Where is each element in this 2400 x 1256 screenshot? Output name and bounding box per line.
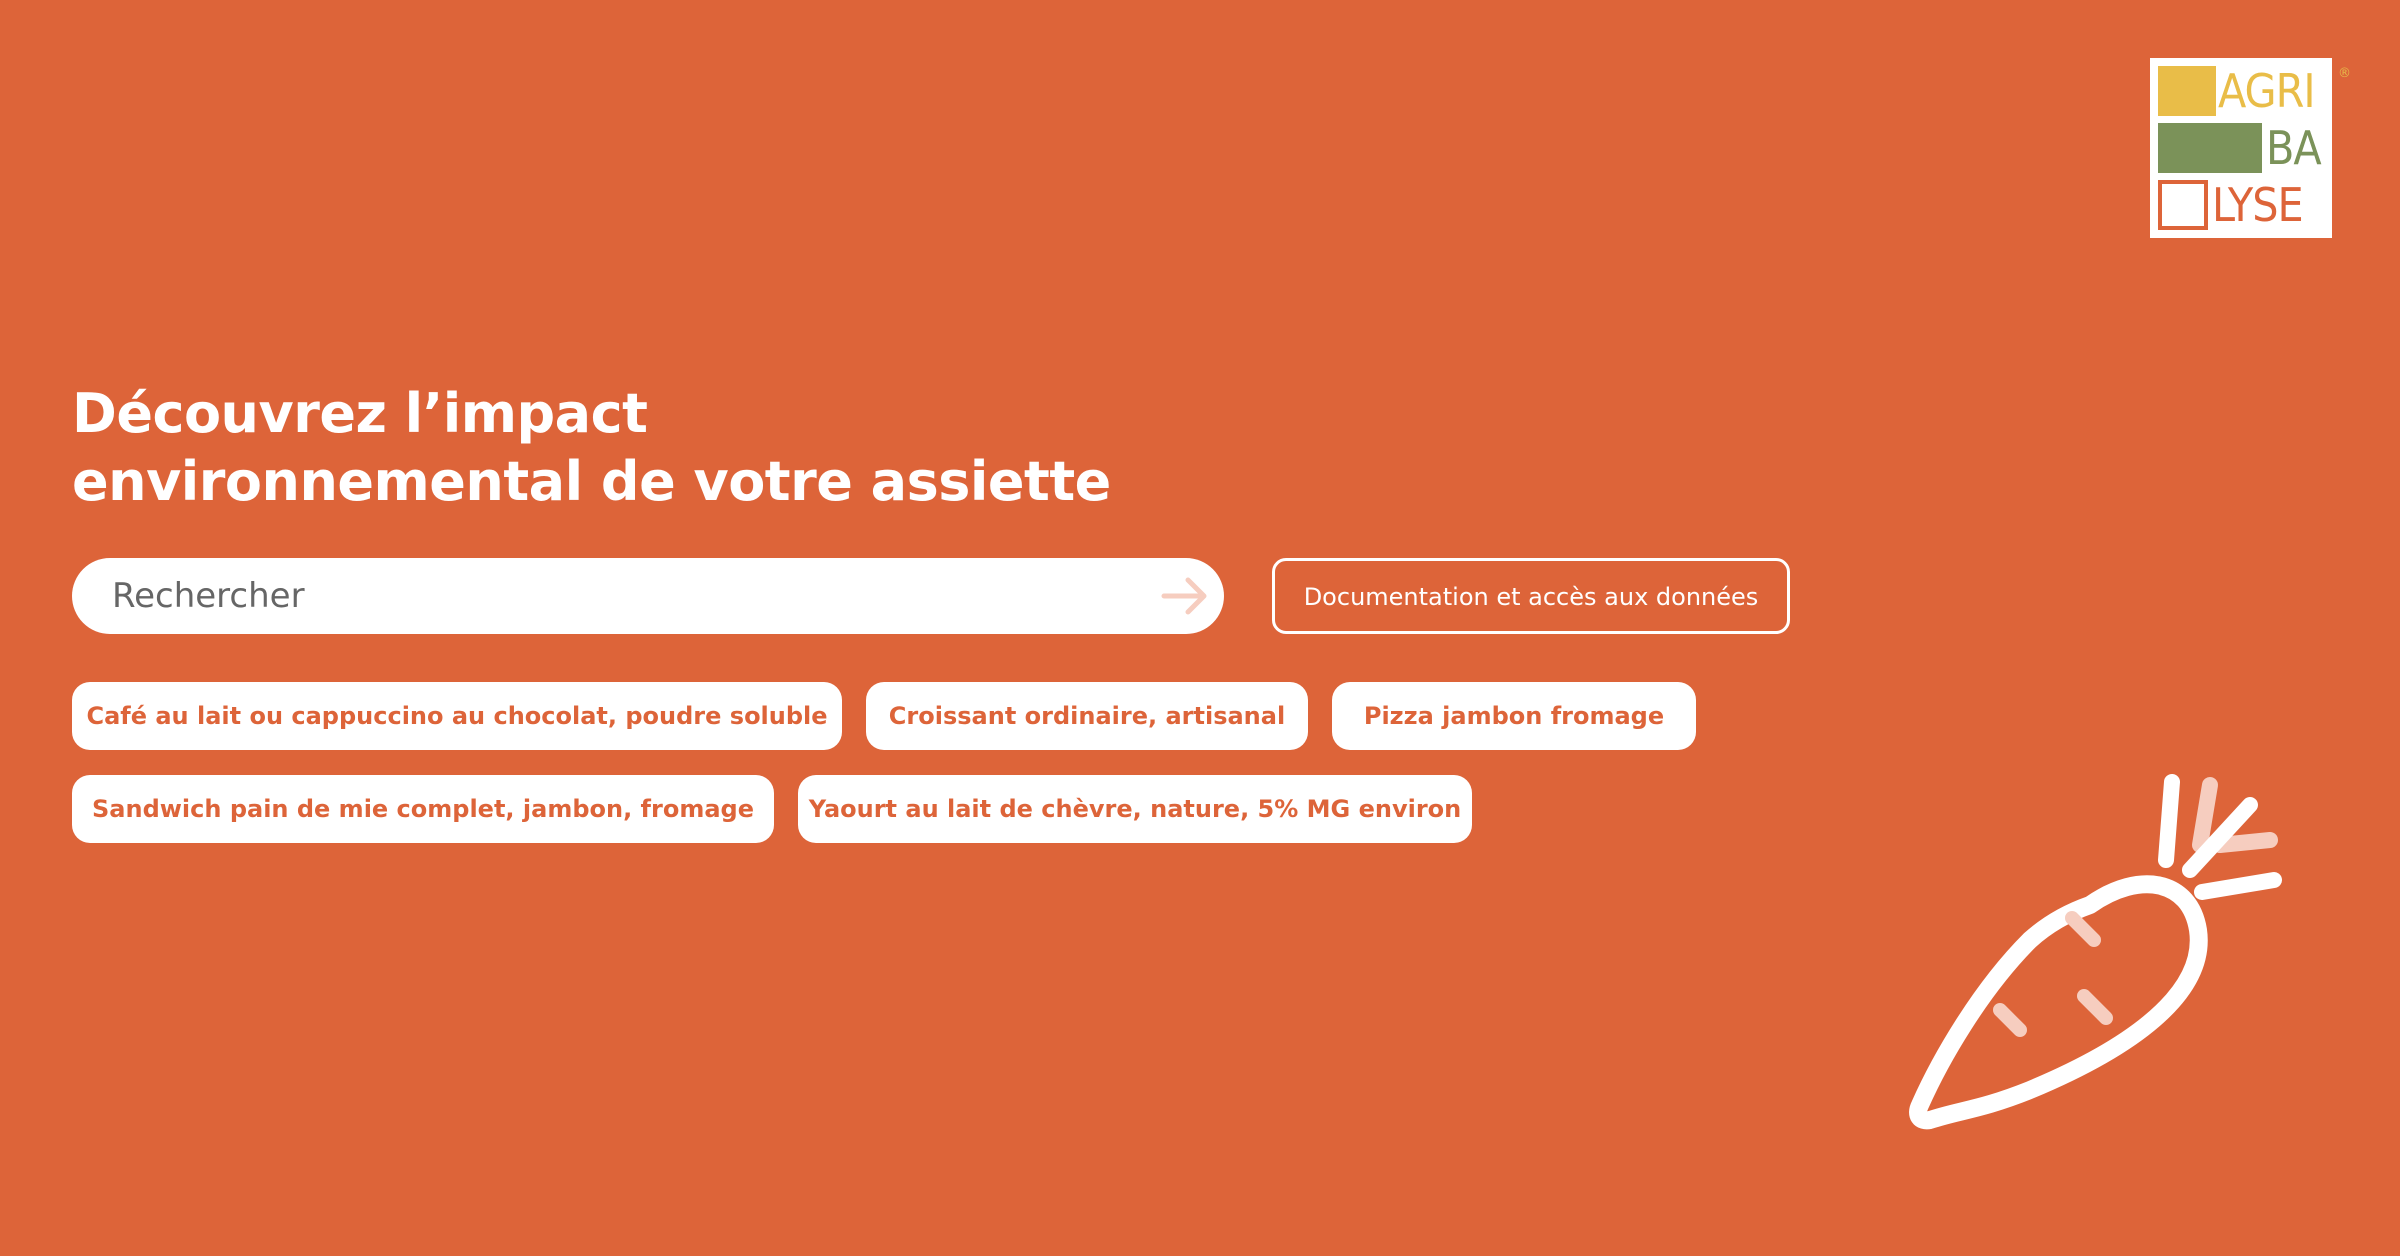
agribalyse-logo[interactable]: AGRI BA LYSE ® <box>2150 58 2351 238</box>
logo-green-block <box>2158 123 2262 173</box>
suggestion-chip[interactable]: Pizza jambon fromage <box>1332 682 1696 750</box>
page-title-line-1: Découvrez l’impact <box>72 382 648 445</box>
search-bar <box>72 558 1224 634</box>
suggestion-chip[interactable]: Croissant ordinaire, artisanal <box>866 682 1308 750</box>
suggestion-chip[interactable]: Sandwich pain de mie complet, jambon, fr… <box>72 775 774 843</box>
suggestion-chip[interactable]: Café au lait ou cappuccino au chocolat, … <box>72 682 842 750</box>
page-title: Découvrez l’impact environnemental de vo… <box>72 380 1372 516</box>
suggestion-chip[interactable]: Yaourt au lait de chèvre, nature, 5% MG … <box>798 775 1472 843</box>
logo-yellow-square <box>2158 66 2216 116</box>
logo-row-lyse: LYSE <box>2158 180 2324 230</box>
logo-text-ba: BA <box>2266 121 2322 175</box>
logo-text-agri: AGRI <box>2218 64 2316 118</box>
arrow-right-icon[interactable] <box>1160 572 1210 620</box>
registered-mark: ® <box>2338 66 2351 81</box>
documentation-button[interactable]: Documentation et accès aux données <box>1272 558 1790 634</box>
search-input[interactable] <box>112 558 1112 634</box>
carrot-icon <box>1909 774 2282 1130</box>
logo-row-ba: BA <box>2158 123 2324 173</box>
page-title-line-2: environnemental de votre assiette <box>72 450 1111 513</box>
logo-row-agri: AGRI <box>2158 66 2324 116</box>
logo-orange-square <box>2158 180 2208 230</box>
logo-text-lyse: LYSE <box>2212 178 2304 232</box>
